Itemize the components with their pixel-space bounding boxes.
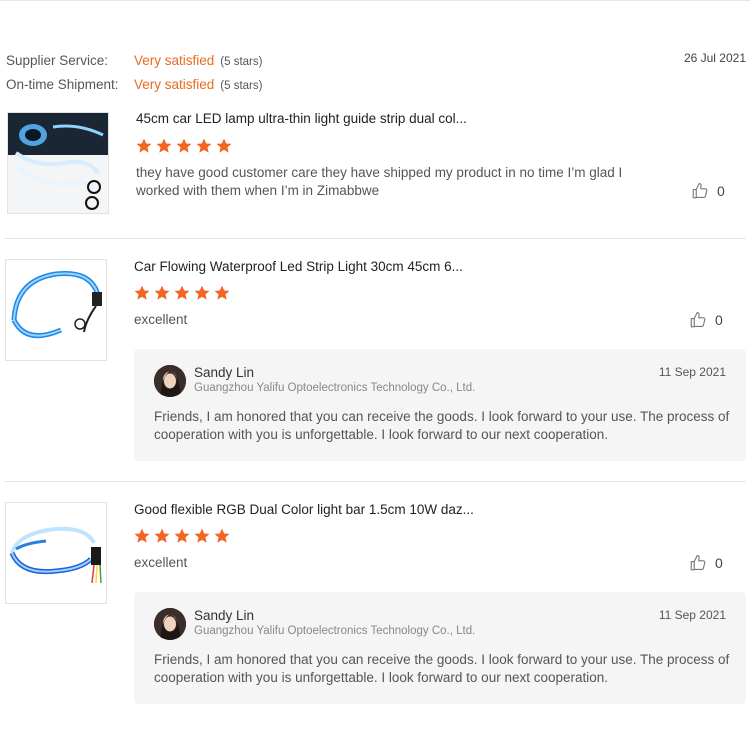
star-rating: [133, 284, 231, 302]
star-icon: [196, 138, 212, 153]
thumbs-up-icon: [692, 182, 708, 199]
star-icon: [136, 138, 152, 153]
star-icon: [194, 285, 210, 300]
product-title-link[interactable]: 45cm car LED lamp ultra-thin light guide…: [136, 111, 467, 126]
star-icon: [176, 138, 192, 153]
reply-date: 11 Sep 2021: [658, 365, 726, 379]
supplier-service-value: Very satisfied: [134, 53, 215, 68]
like-button[interactable]: 0: [691, 182, 725, 200]
supplier-service-stars: (5 stars): [220, 56, 263, 68]
reply-text: Friends, I am honored that you can recei…: [154, 652, 730, 685]
star-icon: [216, 138, 232, 153]
shipment-row: On-time Shipment: Very satisfied (5 stars): [6, 76, 262, 95]
shipment-stars: (5 stars): [220, 80, 263, 92]
star-icon: [194, 528, 210, 543]
product-title-link[interactable]: Good flexible RGB Dual Color light bar 1…: [134, 502, 474, 517]
led-strip-image: [8, 113, 108, 213]
supplier-service-row: Supplier Service: Very satisfied (5 stars): [6, 52, 262, 71]
reply-author-name: Sandy Lin: [194, 365, 255, 380]
review-text: excellent: [134, 312, 188, 327]
led-strip-image: [6, 503, 106, 603]
led-strip-image: [6, 260, 106, 360]
like-button[interactable]: 0: [689, 311, 723, 329]
product-thumbnail[interactable]: [7, 112, 109, 214]
star-rating: [135, 137, 233, 155]
product-thumbnail[interactable]: [5, 259, 107, 361]
like-count: 0: [717, 183, 725, 199]
reply-text: Friends, I am honored that you can recei…: [154, 409, 730, 442]
star-icon: [134, 285, 150, 300]
star-icon: [214, 528, 230, 543]
star-icon: [134, 528, 150, 543]
shipment-label: On-time Shipment:: [6, 77, 119, 92]
star-icon: [174, 285, 190, 300]
star-icon: [156, 138, 172, 153]
shipment-value: Very satisfied: [134, 77, 215, 92]
seller-reply: Sandy Lin Guangzhou Yalifu Optoelectroni…: [134, 592, 746, 704]
avatar: [154, 608, 186, 640]
star-icon: [174, 528, 190, 543]
star-icon: [214, 285, 230, 300]
review-text: excellent: [134, 555, 188, 570]
like-count: 0: [715, 312, 723, 328]
supplier-service-label: Supplier Service:: [6, 53, 109, 68]
product-title-link[interactable]: Car Flowing Waterproof Led Strip Light 3…: [134, 259, 463, 274]
seller-reply: Sandy Lin Guangzhou Yalifu Optoelectroni…: [134, 349, 746, 461]
reply-author-name: Sandy Lin: [194, 608, 255, 623]
review-divider: [4, 481, 746, 482]
reply-date: 11 Sep 2021: [658, 608, 726, 622]
top-border: [0, 0, 750, 1]
star-icon: [154, 285, 170, 300]
avatar: [154, 365, 186, 397]
reply-company: Guangzhou Yalifu Optoelectronics Technol…: [194, 625, 476, 637]
review-text: they have good customer care they have s…: [136, 165, 623, 198]
thumbs-up-icon: [690, 554, 706, 571]
like-count: 0: [715, 555, 723, 571]
review-divider: [4, 238, 746, 239]
reply-company: Guangzhou Yalifu Optoelectronics Technol…: [194, 382, 476, 394]
thumbs-up-icon: [690, 311, 706, 328]
star-rating: [133, 527, 231, 545]
review-date: 26 Jul 2021: [683, 51, 746, 65]
product-thumbnail[interactable]: [5, 502, 107, 604]
star-icon: [154, 528, 170, 543]
like-button[interactable]: 0: [689, 554, 723, 572]
